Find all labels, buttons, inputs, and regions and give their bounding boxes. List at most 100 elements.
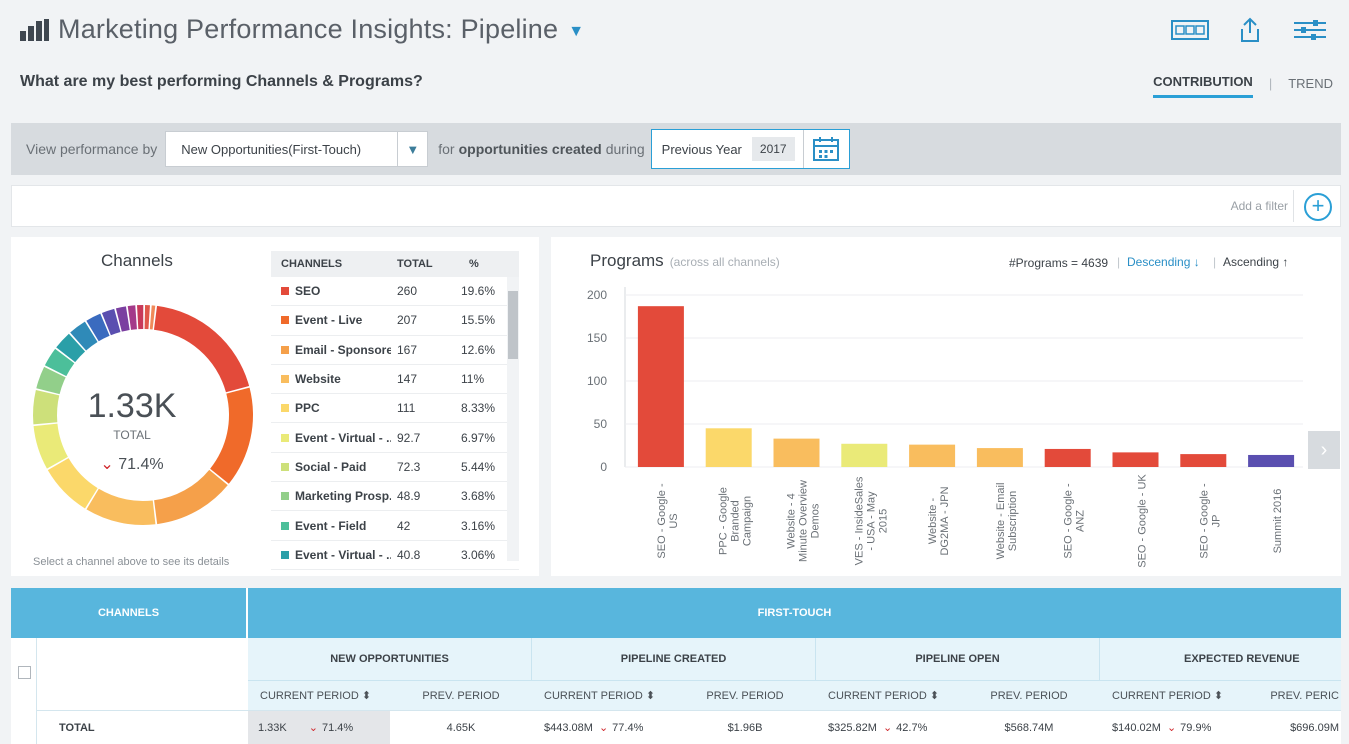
chevron-right-icon[interactable]: › <box>1308 431 1340 469</box>
channel-row[interactable]: Event - Virtual - ... 40.8 3.06% <box>271 541 519 570</box>
channel-pct: 11% <box>461 372 485 387</box>
x-tick-label-line: DG2MA - JPN <box>939 486 951 555</box>
bar[interactable] <box>705 428 752 467</box>
calendar-icon[interactable] <box>802 130 849 168</box>
donut-slice[interactable] <box>154 469 228 525</box>
group-new-opportunities: NEW OPPORTUNITIES <box>248 638 532 680</box>
metric-value: New Opportunities(First-Touch) <box>181 141 362 157</box>
bar[interactable] <box>1180 454 1227 467</box>
bar[interactable] <box>976 448 1023 467</box>
x-tick-label: Summit 2016 <box>1272 489 1284 554</box>
channel-swatch <box>281 521 289 530</box>
bar[interactable] <box>1044 448 1091 467</box>
channel-name-cell: Website <box>271 372 391 386</box>
prev-period-header[interactable]: PREV. PERIC <box>1242 690 1341 702</box>
total-pipeline-open-prev: $568.74M <box>1004 721 1054 734</box>
y-tick-label: 150 <box>587 331 607 345</box>
channel-total: 111 <box>397 401 416 416</box>
share-export-icon[interactable] <box>1231 16 1269 44</box>
bar[interactable] <box>1112 452 1159 467</box>
title-row: Marketing Performance Insights: Pipeline… <box>20 14 584 45</box>
metric-dropdown[interactable]: New Opportunities(First-Touch) ▼ <box>165 131 429 167</box>
channel-swatch <box>281 404 289 413</box>
down-chevron-icon: ⌄ <box>1166 722 1177 734</box>
bar[interactable] <box>1248 454 1295 467</box>
bar[interactable] <box>773 438 820 467</box>
channel-row[interactable]: Event - Live 207 15.5% <box>271 306 519 336</box>
current-period-label: CURRENT PERIOD <box>260 690 359 702</box>
view-toggle: CONTRIBUTION | TREND <box>1153 74 1333 98</box>
current-period-label: CURRENT PERIOD <box>828 690 927 702</box>
period-picker[interactable]: Previous Year 2017 <box>650 129 850 169</box>
prev-period-header[interactable]: PREV. PERIOD <box>958 690 1100 702</box>
col-pct[interactable]: % <box>455 258 505 270</box>
x-tick-label: SEO - Google -ANZ <box>1063 483 1087 559</box>
prev-period-header[interactable]: PREV. PERIOD <box>390 690 532 702</box>
chevron-down-icon[interactable]: ▼ <box>397 132 427 166</box>
top-toolbar <box>1171 16 1329 44</box>
period-value: Previous Year <box>661 141 742 157</box>
toggle-divider: | <box>1268 75 1273 91</box>
x-tick-label-line: SEO - Google - <box>1063 483 1075 559</box>
channel-row[interactable]: Marketing Prosp... 48.9 3.68% <box>271 482 519 512</box>
bar[interactable] <box>841 443 888 467</box>
current-period-header[interactable]: CURRENT PERIOD ⬍ <box>1100 689 1242 702</box>
current-period-header[interactable]: CURRENT PERIOD ⬍ <box>532 689 674 702</box>
tab-trend[interactable]: TREND <box>1288 76 1333 97</box>
channel-row[interactable]: Event - Field 42 3.16% <box>271 511 519 541</box>
tab-contribution[interactable]: CONTRIBUTION <box>1153 74 1253 98</box>
channel-total: 92.7 <box>397 430 421 445</box>
channel-name: Event - Virtual - ... <box>295 430 391 445</box>
add-filter-label[interactable]: Add a filter <box>1231 199 1288 213</box>
channel-total: 147 <box>397 372 418 387</box>
scroll-thumb[interactable] <box>508 291 518 359</box>
channel-row[interactable]: PPC 111 8.33% <box>271 394 519 424</box>
current-period-header[interactable]: CURRENT PERIOD ⬍ <box>248 689 390 702</box>
layout-grid-icon[interactable] <box>1171 16 1209 44</box>
x-tick-label-line: PPC - Google <box>718 487 730 555</box>
donut-total-label: TOTAL <box>113 428 151 442</box>
x-tick-label-line: Summit 2016 <box>1272 489 1284 554</box>
select-all-checkbox[interactable] <box>18 666 31 679</box>
col-channels[interactable]: CHANNELS <box>271 258 391 270</box>
col-total[interactable]: TOTAL <box>391 258 455 270</box>
channel-name: Email - Sponsored <box>295 342 391 357</box>
total-pipeline-created-prev: $1.96B <box>727 721 763 734</box>
channels-scrollbar[interactable] <box>507 277 519 561</box>
donut-slice[interactable] <box>127 305 137 330</box>
channels-table-header: CHANNELS TOTAL % <box>271 251 519 277</box>
donut-change: ⌄ 71.4% <box>42 454 222 474</box>
title-dropdown-icon[interactable]: ▼ <box>568 23 584 41</box>
channel-row[interactable]: SEO 260 19.6% <box>271 277 519 307</box>
total-pipeline-open-current: $325.82M ⌄ 42.7% <box>816 721 958 735</box>
select-column <box>11 638 37 744</box>
channel-total: 167 <box>397 342 418 357</box>
x-tick-label-line: Minute Overview <box>798 480 810 562</box>
x-tick-label: Website -DG2MA - JPN <box>927 486 951 555</box>
channel-total: 260 <box>397 284 418 299</box>
donut-slice[interactable] <box>144 305 150 330</box>
bar[interactable] <box>637 306 684 467</box>
channel-hint: Select a channel above to see its detail… <box>33 556 230 568</box>
table-header-channels[interactable]: CHANNELS <box>11 588 248 638</box>
channel-row[interactable]: Event - Virtual - ... 92.7 6.97% <box>271 423 519 453</box>
bar[interactable] <box>909 444 956 467</box>
channel-row[interactable]: Social - Paid 72.3 5.44% <box>271 453 519 483</box>
prev-period-header[interactable]: PREV. PERIOD <box>674 690 816 702</box>
donut-slice[interactable] <box>137 305 144 330</box>
down-chevron-icon: ⌄ <box>100 456 114 473</box>
add-filter-plus-icon[interactable]: + <box>1304 193 1332 221</box>
channel-pct: 3.06% <box>461 547 496 562</box>
settings-sliders-icon[interactable] <box>1291 16 1329 44</box>
table-row[interactable]: 1.33K ⌄ 71.4% 4.65K $443.08M ⌄ 77.4% $1.96B … <box>248 710 1341 744</box>
cell-change: 71.4% <box>321 721 354 734</box>
channel-row[interactable]: Website 147 11% <box>271 365 519 395</box>
channel-pct: 15.5% <box>461 313 496 328</box>
donut-slice[interactable] <box>153 305 250 393</box>
x-tick-label-line: Website - Email <box>995 483 1007 560</box>
channel-name: Website <box>295 372 341 387</box>
donut-slice[interactable] <box>86 488 156 525</box>
current-period-header[interactable]: CURRENT PERIOD ⬍ <box>816 689 958 702</box>
channel-row[interactable]: Email - Sponsored 167 12.6% <box>271 336 519 365</box>
cell-change: 79.9% <box>1180 721 1212 734</box>
